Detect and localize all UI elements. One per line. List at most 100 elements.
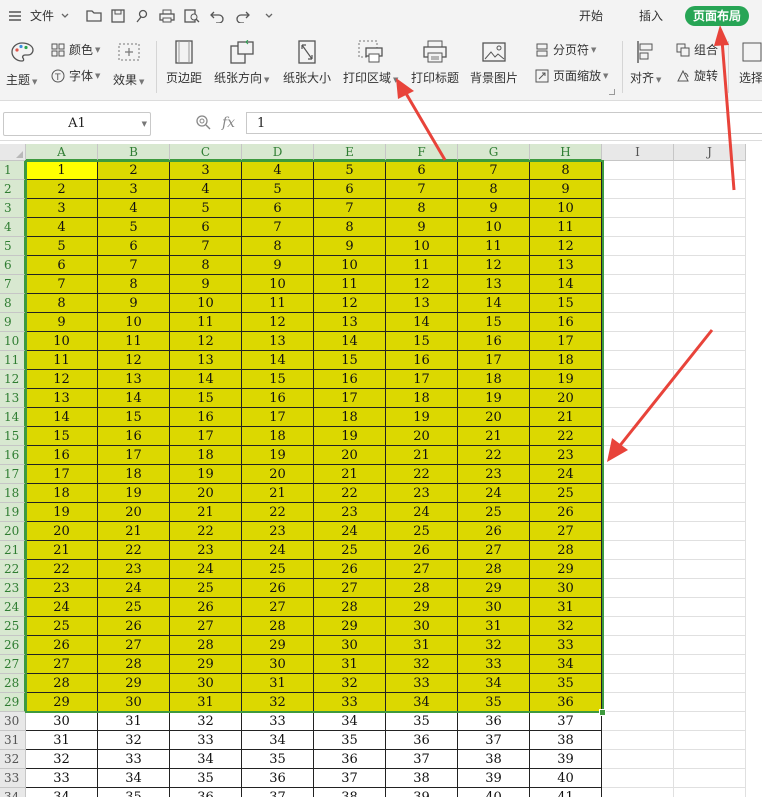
paper-size-button[interactable]: 纸张大小	[283, 37, 331, 86]
empty-cell[interactable]	[602, 275, 674, 294]
table-cell[interactable]: 19	[458, 389, 530, 408]
empty-cell[interactable]	[674, 161, 746, 180]
empty-cell[interactable]	[602, 370, 674, 389]
table-cell[interactable]: 25	[386, 522, 458, 541]
table-cell[interactable]: 23	[530, 446, 602, 465]
margins-button[interactable]: 页边距	[166, 37, 202, 86]
empty-cell[interactable]	[674, 313, 746, 332]
table-cell[interactable]: 13	[314, 313, 386, 332]
table-cell[interactable]: 29	[170, 655, 242, 674]
redo-icon[interactable]	[234, 7, 252, 25]
table-cell[interactable]: 36	[170, 788, 242, 797]
row-header[interactable]: 15	[0, 427, 26, 446]
table-cell[interactable]: 37	[458, 731, 530, 750]
table-cell[interactable]: 25	[98, 598, 170, 617]
table-cell[interactable]: 20	[170, 484, 242, 503]
table-cell[interactable]: 7	[98, 256, 170, 275]
table-cell[interactable]: 35	[530, 674, 602, 693]
table-cell[interactable]: 39	[386, 788, 458, 797]
row-header[interactable]: 24	[0, 598, 26, 617]
orientation-button[interactable]: 纸张方向 ▼	[214, 37, 269, 86]
table-cell[interactable]: 32	[386, 655, 458, 674]
table-cell[interactable]: 34	[98, 769, 170, 788]
empty-cell[interactable]	[674, 579, 746, 598]
table-cell[interactable]: 24	[170, 560, 242, 579]
table-cell[interactable]: 9	[386, 218, 458, 237]
table-cell[interactable]: 33	[386, 674, 458, 693]
empty-cell[interactable]	[602, 579, 674, 598]
table-cell[interactable]: 30	[98, 693, 170, 712]
empty-cell[interactable]	[674, 750, 746, 769]
table-cell[interactable]: 8	[458, 180, 530, 199]
table-cell[interactable]: 9	[26, 313, 98, 332]
table-cell[interactable]: 26	[242, 579, 314, 598]
table-cell[interactable]: 21	[458, 427, 530, 446]
table-cell[interactable]: 6	[26, 256, 98, 275]
row-header[interactable]: 32	[0, 750, 26, 769]
column-header[interactable]: D	[242, 144, 314, 161]
table-cell[interactable]: 12	[458, 256, 530, 275]
table-cell[interactable]: 23	[314, 503, 386, 522]
table-cell[interactable]: 9	[530, 180, 602, 199]
table-cell[interactable]: 21	[314, 465, 386, 484]
customize-chevron-icon[interactable]	[260, 7, 278, 25]
table-cell[interactable]: 27	[458, 541, 530, 560]
table-cell[interactable]: 2	[98, 161, 170, 180]
table-cell[interactable]: 14	[530, 275, 602, 294]
empty-cell[interactable]	[674, 351, 746, 370]
row-header[interactable]: 30	[0, 712, 26, 731]
table-cell[interactable]: 6	[386, 161, 458, 180]
empty-cell[interactable]	[674, 408, 746, 427]
table-cell[interactable]: 33	[458, 655, 530, 674]
table-cell[interactable]: 21	[242, 484, 314, 503]
table-cell[interactable]: 17	[98, 446, 170, 465]
table-cell[interactable]: 10	[458, 218, 530, 237]
table-cell[interactable]: 35	[170, 769, 242, 788]
row-header[interactable]: 7	[0, 275, 26, 294]
table-cell[interactable]: 27	[314, 579, 386, 598]
print-preview-icon[interactable]	[183, 7, 201, 25]
table-cell[interactable]: 8	[314, 218, 386, 237]
table-cell[interactable]: 18	[314, 408, 386, 427]
table-cell[interactable]: 37	[314, 769, 386, 788]
formula-input[interactable]: 1	[246, 112, 762, 134]
empty-cell[interactable]	[602, 218, 674, 237]
table-cell[interactable]: 35	[458, 693, 530, 712]
table-cell[interactable]: 13	[26, 389, 98, 408]
empty-cell[interactable]	[674, 465, 746, 484]
table-cell[interactable]: 15	[386, 332, 458, 351]
row-header[interactable]: 28	[0, 674, 26, 693]
table-cell[interactable]: 17	[314, 389, 386, 408]
table-cell[interactable]: 34	[458, 674, 530, 693]
table-cell[interactable]: 17	[386, 370, 458, 389]
table-cell[interactable]: 38	[530, 731, 602, 750]
table-cell[interactable]: 28	[242, 617, 314, 636]
table-cell[interactable]: 27	[26, 655, 98, 674]
page-scale-button[interactable]: 页面缩放 ▼	[534, 67, 608, 84]
table-cell[interactable]: 40	[530, 769, 602, 788]
empty-cell[interactable]	[674, 370, 746, 389]
empty-cell[interactable]	[674, 503, 746, 522]
table-cell[interactable]: 12	[26, 370, 98, 389]
table-cell[interactable]: 5	[170, 199, 242, 218]
table-cell[interactable]: 21	[386, 446, 458, 465]
table-cell[interactable]: 36	[314, 750, 386, 769]
table-cell[interactable]: 27	[242, 598, 314, 617]
table-cell[interactable]: 27	[98, 636, 170, 655]
table-cell[interactable]: 11	[530, 218, 602, 237]
table-cell[interactable]: 10	[386, 237, 458, 256]
table-cell[interactable]: 11	[314, 275, 386, 294]
empty-cell[interactable]	[602, 712, 674, 731]
table-cell[interactable]: 32	[314, 674, 386, 693]
table-cell[interactable]: 7	[26, 275, 98, 294]
table-cell[interactable]: 33	[530, 636, 602, 655]
table-cell[interactable]: 3	[170, 161, 242, 180]
table-cell[interactable]: 39	[530, 750, 602, 769]
table-cell[interactable]: 23	[386, 484, 458, 503]
table-cell[interactable]: 2	[26, 180, 98, 199]
table-cell[interactable]: 19	[314, 427, 386, 446]
table-cell[interactable]: 19	[98, 484, 170, 503]
table-cell[interactable]: 32	[170, 712, 242, 731]
table-cell[interactable]: 11	[170, 313, 242, 332]
format-painter-icon[interactable]	[133, 7, 151, 25]
